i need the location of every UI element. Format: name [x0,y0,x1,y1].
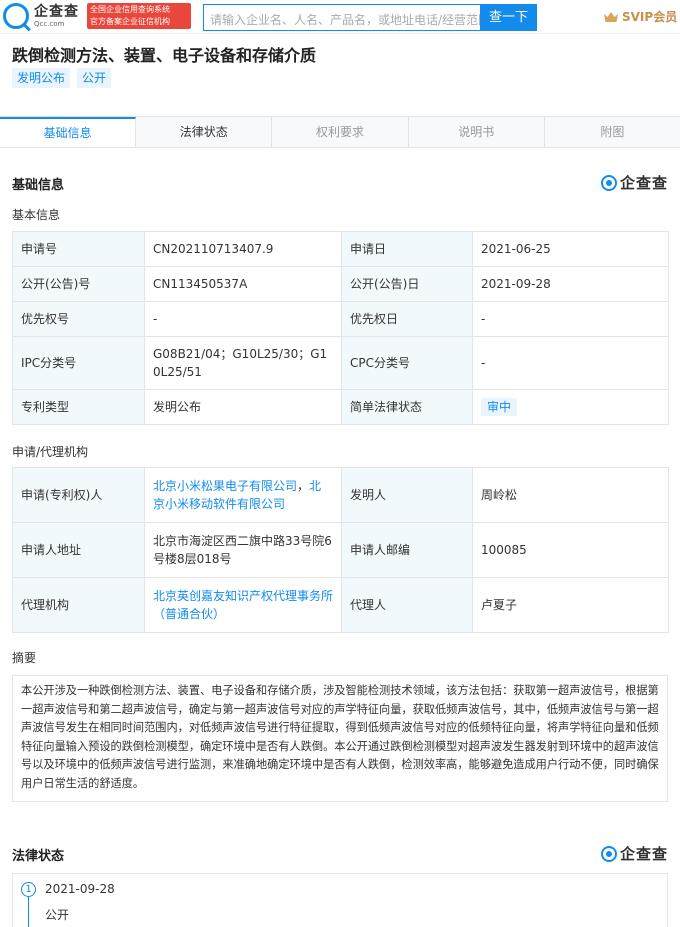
abstract-text: 本公开涉及一种跌倒检测方法、装置、电子设备和存储介质，涉及智能检测技术领域，该方… [12,675,668,802]
table-row: 申请(专利权)人 北京小米松果电子有限公司，北京小米移动软件有限公司 发明人 周… [12,467,669,523]
label-priority-date: 优先权日 [341,301,473,337]
table-row: IPC分类号 G08B21/04；G10L25/30；G10L25/51 CPC… [12,336,669,390]
brand-text: 企查查 [619,174,668,192]
tag-status: 公开 [77,68,112,88]
value-pub-date: 2021-09-28 [472,266,669,302]
table-row: 公开(公告)号 CN113450537A 公开(公告)日 2021-09-28 [12,266,669,302]
label-priority-no: 优先权号 [12,301,145,337]
subsection-basic: 基本信息 [12,208,61,222]
status-badge: 审中 [481,398,518,416]
table-row: 申请人地址 北京市海淀区西二旗中路33号院6号楼8层018号 申请人邮编 100… [12,522,669,578]
section-title-basic: 基础信息 [12,178,65,193]
tab-description[interactable]: 说明书 [409,117,545,147]
label-zip: 申请人邮编 [341,522,473,578]
value-app-date: 2021-06-25 [472,231,669,267]
value-agent: 卢夏子 [472,577,669,633]
subsection-agency: 申请/代理机构 [12,445,89,459]
applicant-link-1[interactable]: 北京小米松果电子有限公司 [153,479,297,493]
value-zip: 100085 [472,522,669,578]
table-row: 优先权号 - 优先权日 - [12,301,669,337]
tab-bar: 基础信息 法律状态 权利要求 说明书 附图 [0,116,680,148]
basic-info-table: 申请号 CN202110713407.9 申请日 2021-06-25 公开(公… [12,231,669,425]
value-cpc: - [472,336,669,390]
tab-drawings[interactable]: 附图 [545,117,680,147]
top-bar: 企查查 Qcc.com 全国企业信用查询系统 官方备案企业征信机构 请输入企业名… [0,0,680,34]
agency-link[interactable]: 北京英创嘉友知识产权代理事务所（普通合伙） [153,589,333,621]
qcc-logo[interactable]: 企查查 Qcc.com [3,3,79,29]
qcc-icon [600,174,617,191]
patent-title: 跌倒检测方法、装置、电子设备和存储介质 [12,46,317,65]
certification-badge: 全国企业信用查询系统 官方备案企业征信机构 [87,3,191,29]
brand-logo-basic: 企查查 [600,172,668,193]
label-address: 申请人地址 [12,522,145,578]
label-app-date: 申请日 [341,231,473,267]
label-legal-status: 简单法律状态 [341,389,473,425]
cert-line-2: 官方备案企业征信机构 [90,17,170,26]
search-button[interactable]: 查一下 [480,4,537,31]
value-address: 北京市海淀区西二旗中路33号院6号楼8层018号 [144,522,342,578]
tab-basic-info[interactable]: 基础信息 [0,117,137,147]
value-priority-date: - [472,301,669,337]
label-ipc: IPC分类号 [12,336,145,390]
label-agency: 代理机构 [12,577,145,633]
value-agency: 北京英创嘉友知识产权代理事务所（普通合伙） [144,577,342,633]
value-pub-no: CN113450537A [144,266,342,302]
section-title-legal: 法律状态 [12,849,65,864]
label-app-no: 申请号 [12,231,145,267]
applicant-separator: ， [297,479,310,493]
value-inventor: 周岭松 [472,467,669,523]
timeline-number: 1 [21,882,36,897]
svip-link[interactable]: SVIP会员 [604,8,677,25]
timeline-status: 公开 [45,908,70,922]
logo-subtext: Qcc.com [34,19,65,28]
value-applicant: 北京小米松果电子有限公司，北京小米移动软件有限公司 [144,467,342,523]
qcc-icon [600,845,617,862]
label-applicant: 申请(专利权)人 [12,467,145,523]
label-agent: 代理人 [341,577,473,633]
timeline-date: 2021-09-28 [45,882,115,896]
value-patent-type: 发明公布 [144,389,342,425]
legal-timeline: 1 2021-09-28 公开 [12,873,668,927]
label-cpc: CPC分类号 [341,336,473,390]
cert-line-1: 全国企业信用查询系统 [90,5,170,14]
tab-claims[interactable]: 权利要求 [272,117,409,147]
agency-table: 申请(专利权)人 北京小米松果电子有限公司，北京小米移动软件有限公司 发明人 周… [12,467,669,633]
table-row: 代理机构 北京英创嘉友知识产权代理事务所（普通合伙） 代理人 卢夏子 [12,577,669,633]
logo-text: 企查查 [34,3,79,20]
value-legal-status: 审中 [472,389,669,425]
brand-text: 企查查 [619,845,668,863]
value-ipc: G08B21/04；G10L25/30；G10L25/51 [144,336,342,390]
table-row: 专利类型 发明公布 简单法律状态 审中 [12,389,669,425]
value-app-no: CN202110713407.9 [144,231,342,267]
search-input[interactable]: 请输入企业名、人名、产品名，或地址电话/经营范围 [203,4,480,31]
subsection-abstract: 摘要 [12,651,37,665]
value-priority-no: - [144,301,342,337]
label-inventor: 发明人 [341,467,473,523]
label-pub-date: 公开(公告)日 [341,266,473,302]
crown-icon [604,11,618,22]
label-patent-type: 专利类型 [12,389,145,425]
tab-legal-status[interactable]: 法律状态 [136,117,273,147]
table-row: 申请号 CN202110713407.9 申请日 2021-06-25 [12,231,669,267]
label-pub-no: 公开(公告)号 [12,266,145,302]
brand-logo-legal: 企查查 [600,843,668,864]
svip-label: SVIP会员 [622,10,678,24]
logo-icon [3,3,29,29]
patent-tags: 发明公布 公开 [12,68,112,88]
tag-type: 发明公布 [12,68,71,88]
